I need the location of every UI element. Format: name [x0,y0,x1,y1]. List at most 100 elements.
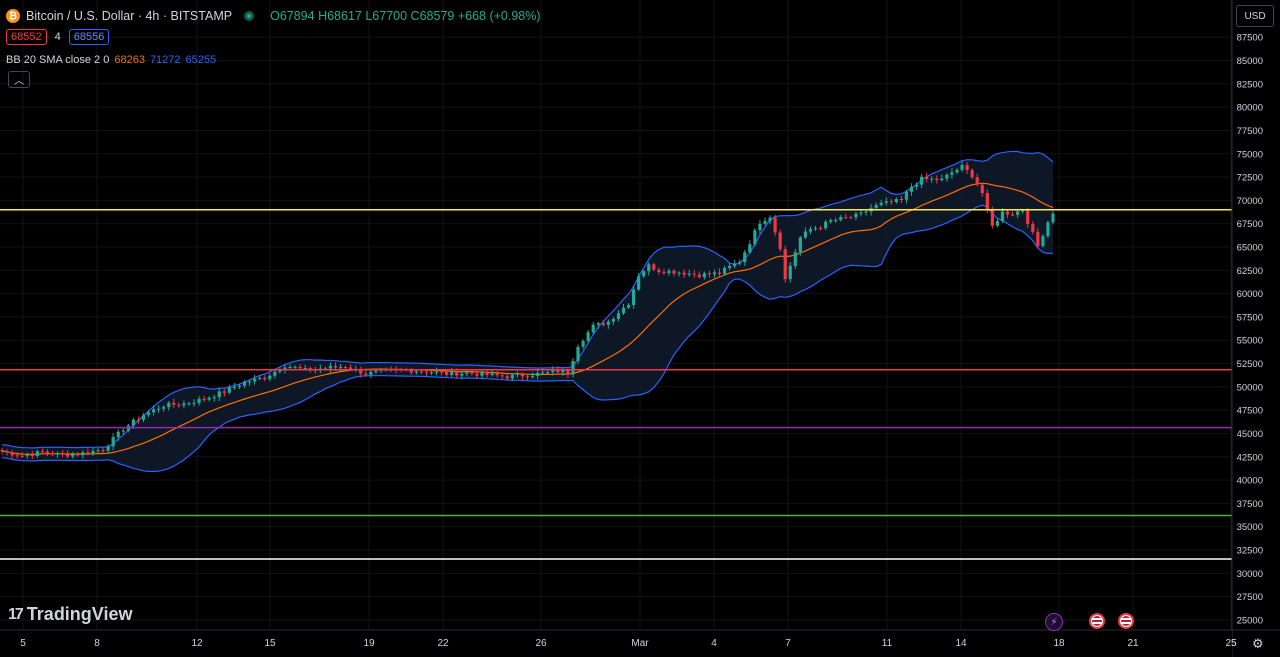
candle-body [343,367,348,369]
time-tick-label: 4 [711,638,717,649]
candle-body [859,212,863,214]
candle-body [374,370,378,372]
candle-body [667,270,671,274]
tradingview-logo[interactable]: 17 TradingView [8,604,133,625]
price-chart[interactable]: 690005183145629362033153102:00:20 250002… [0,0,1280,657]
candle-body [445,371,449,375]
candle-body [1031,224,1035,232]
price-tick-label: 37500 [1237,499,1263,510]
candle-body [91,450,95,454]
candle-body [748,244,752,253]
price-tick-label: 65000 [1237,242,1263,253]
candle-body [743,252,747,263]
candle-body [662,271,666,274]
candle-body [500,375,504,377]
candle-body [677,272,681,274]
bb-upper-value: 71272 [149,54,181,66]
candle-body [935,178,939,181]
candle-body [1036,231,1040,246]
time-tick-label: 7 [785,638,791,649]
candle-body [35,451,39,456]
candle-body [601,323,605,325]
candle-body [192,402,196,404]
symbol-header: ₿ Bitcoin / U.S. Dollar · 4h · BITSTAMP … [6,7,541,25]
candle-body [712,272,717,275]
candle-body [970,169,974,178]
candle-body [793,252,797,266]
price-tick-label: 72500 [1237,173,1263,184]
candle-body [253,378,257,382]
indicator-legend[interactable]: BB 20 SMA close 2 0 68263 71272 65255 [6,54,216,66]
price-tick-label: 85000 [1237,56,1263,67]
candle-body [30,454,34,456]
collapse-legend-button[interactable]: ︿ [8,71,30,88]
us-flag-event-icon[interactable] [1118,613,1134,629]
candle-body [702,273,706,278]
time-tick-label: 18 [1053,638,1065,649]
candle-body [955,169,959,173]
candle-body [546,372,550,374]
time-tick-label: 8 [94,638,100,649]
candle-body [197,398,201,403]
candle-body [1041,236,1045,246]
candle-body [66,454,70,457]
candle-body [758,223,762,231]
candle-body [45,451,50,454]
candle-body [834,219,838,221]
candle-body [293,366,297,368]
candle-body [1010,214,1015,216]
candle-body [687,273,691,275]
candle-body [0,449,4,452]
candle-body [909,186,914,192]
lightning-event-icon[interactable]: ⚡ [1045,613,1063,631]
candle-body [167,402,171,408]
candle-body [424,371,429,373]
price-tick-label: 32500 [1237,546,1263,557]
candle-body [904,191,909,200]
price-tick-label: 80000 [1237,103,1263,114]
currency-selector[interactable]: USD [1236,5,1274,27]
candle-body [672,270,676,274]
sell-button[interactable]: 68552 [6,29,47,45]
candle-body [333,366,338,368]
candle-body [864,211,868,213]
candle-body [894,199,898,203]
price-tick-label: 77500 [1237,126,1263,137]
price-tick-label: 70000 [1237,196,1263,207]
price-tick-label: 67500 [1237,219,1263,230]
candle-body [263,377,267,380]
candle-body [237,385,242,387]
candle-body [798,237,802,253]
candle-body [212,397,216,399]
settings-gear-icon[interactable]: ⚙ [1252,636,1264,652]
candle-body [278,370,282,372]
time-tick-label: 26 [535,638,547,649]
us-flag-event-icon[interactable] [1089,613,1105,629]
candle-body [722,268,727,274]
candle-body [536,372,540,376]
buy-button[interactable]: 68556 [68,29,110,45]
candle-body [450,371,454,375]
time-axis: 581215192226Mar471114182125581215192226M… [0,629,1280,657]
candle-body [480,371,484,376]
price-tick-label: 60000 [1237,289,1263,300]
candle-body [1051,213,1055,223]
candle-body [778,232,782,250]
candle-body [510,374,514,379]
candle-body [116,431,120,438]
price-tick-label: 57500 [1237,312,1263,323]
candle-body [172,402,176,405]
candle-body [657,269,661,272]
indicator-name: BB 20 SMA close 2 0 [6,54,110,66]
candle-body [460,373,464,376]
market-status-icon[interactable] [244,11,255,21]
candle-body [839,217,843,220]
symbol-title[interactable]: Bitcoin / U.S. Dollar · 4h · BITSTAMP [26,9,232,23]
candle-body [273,371,277,376]
candle-body [490,373,494,375]
candle-body [177,404,181,406]
candle-body [914,184,919,187]
candle-body [207,397,211,400]
candle-body [106,446,110,451]
price-tick-label: 30000 [1237,569,1263,580]
